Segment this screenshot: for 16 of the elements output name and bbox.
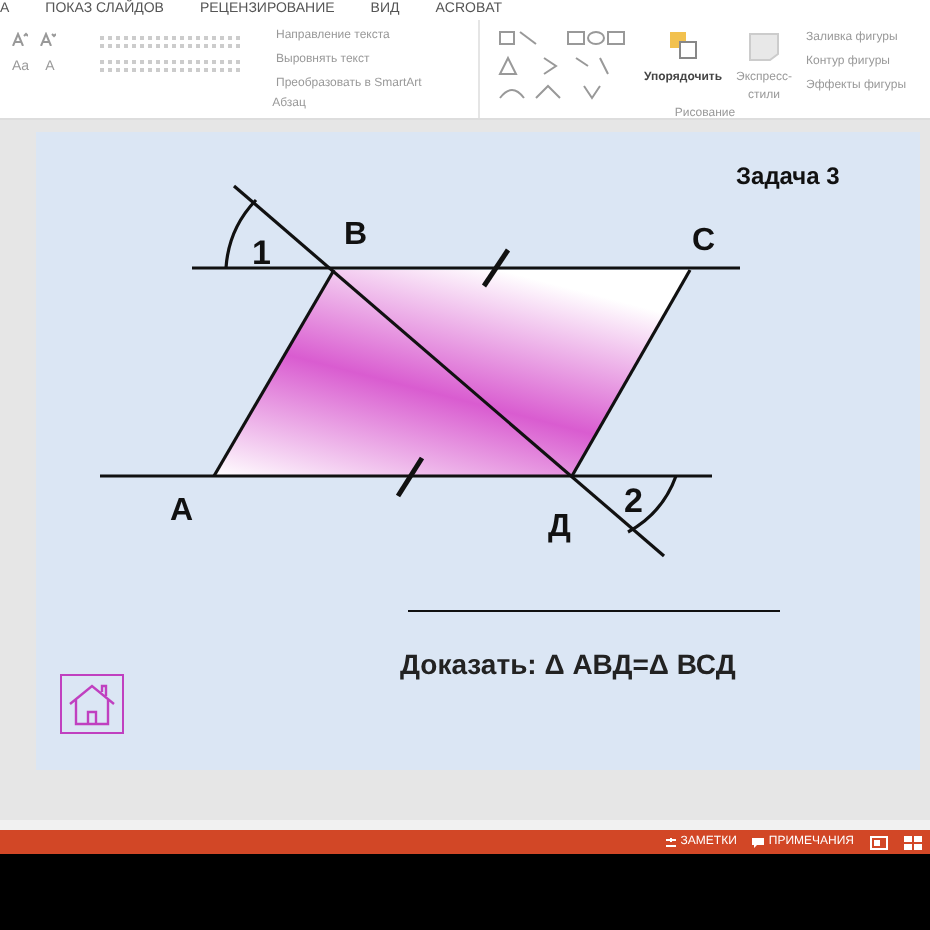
- arrange-icon[interactable]: [667, 30, 699, 62]
- point-label: B: [344, 216, 368, 256]
- shrink-font-icon[interactable]: [40, 32, 56, 46]
- point-label: A: [170, 492, 194, 532]
- point-label: Д: [548, 508, 571, 548]
- grid-view-icon[interactable]: [904, 835, 922, 849]
- notes-icon[interactable]: [666, 837, 677, 847]
- point-label: 2: [624, 480, 643, 524]
- point-label: 1: [252, 232, 271, 276]
- slide-title: Задача 3: [736, 160, 840, 194]
- home-icon[interactable]: [60, 674, 124, 734]
- point-label: C: [692, 222, 716, 262]
- normal-view-icon[interactable]: [870, 835, 888, 849]
- task-text: Доказать: Δ АВД=Δ ВСД: [400, 646, 736, 684]
- comment-icon[interactable]: [752, 837, 765, 847]
- grow-font-icon[interactable]: [12, 32, 28, 46]
